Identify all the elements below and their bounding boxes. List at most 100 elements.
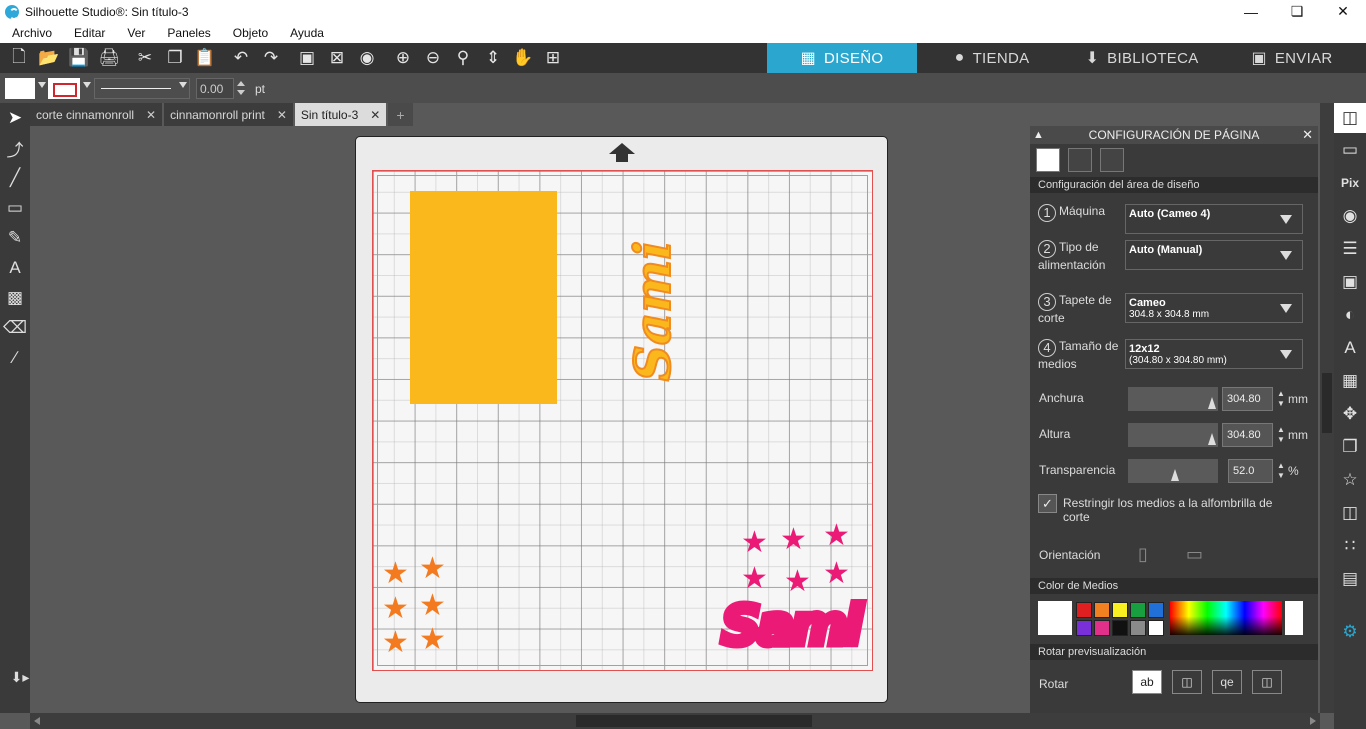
horizontal-scrollbar[interactable] xyxy=(30,713,1320,729)
new-file-icon[interactable]: 🗋 xyxy=(4,46,34,70)
line-color-dropdown-icon[interactable] xyxy=(83,82,91,88)
image-effects-icon[interactable]: ▣ xyxy=(1334,265,1366,298)
line-width-down-icon[interactable] xyxy=(237,90,245,95)
menu-archivo[interactable]: Archivo xyxy=(0,26,63,40)
replicate-icon[interactable]: ❐ xyxy=(1334,430,1366,463)
tab-diseno[interactable]: ▦ DISEÑO xyxy=(767,43,917,73)
design-workspace[interactable]: Sami ★ ★ ★ ★ ★ ★ ★ ★ ★ ★ ★ ★ Sami xyxy=(30,126,1030,713)
grid-settings-tab-icon[interactable] xyxy=(1068,148,1092,172)
swatch-white[interactable] xyxy=(1148,620,1164,636)
cutting-mat-select[interactable]: Cameo 304.8 x 304.8 mm xyxy=(1125,293,1303,323)
doc-tab-cinnamonroll-print[interactable]: cinnamonroll print ✕ xyxy=(164,103,293,126)
fill-tool-icon[interactable]: ▩ xyxy=(0,283,30,313)
page-setup-tab-icon[interactable] xyxy=(1036,148,1060,172)
yellow-rectangle[interactable] xyxy=(410,191,557,404)
cut-icon[interactable]: ✂ xyxy=(130,46,160,70)
copy-icon[interactable]: ❐ xyxy=(160,46,190,70)
close-tab-icon[interactable]: ✕ xyxy=(146,108,156,122)
transform-icon[interactable]: ✥ xyxy=(1334,397,1366,430)
pink-star[interactable]: ★ xyxy=(741,564,768,594)
tab-biblioteca[interactable]: ⬇ BIBLIOTECA xyxy=(1067,43,1217,73)
doc-tab-corte-cinnamonroll[interactable]: corte cinnamonroll ✕ xyxy=(30,103,163,126)
orange-star[interactable]: ★ xyxy=(382,628,409,658)
close-tab-icon[interactable]: ✕ xyxy=(277,108,287,122)
fill-dropdown-icon[interactable] xyxy=(38,82,46,88)
open-folder-icon[interactable]: 📂 xyxy=(34,46,64,70)
width-spinner-icon[interactable]: ▲ ▼ xyxy=(1277,389,1285,409)
vertical-scroll-thumb[interactable] xyxy=(1322,373,1332,433)
trace-icon[interactable]: ◫ xyxy=(1334,496,1366,529)
pan-hand-icon[interactable]: ✋ xyxy=(508,46,538,70)
machine-select[interactable]: Auto (Cameo 4) xyxy=(1125,204,1303,234)
close-window-button[interactable]: ✕ xyxy=(1320,0,1366,23)
width-slider[interactable] xyxy=(1128,387,1218,411)
close-tab-icon[interactable]: ✕ xyxy=(370,108,380,122)
menu-editar[interactable]: Editar xyxy=(63,26,116,40)
zoom-in-icon[interactable]: ⊕ xyxy=(388,46,418,70)
minimize-button[interactable]: — xyxy=(1228,0,1274,23)
orange-star[interactable]: ★ xyxy=(382,594,409,624)
line-width-up-icon[interactable] xyxy=(237,81,245,86)
page-setup-icon[interactable]: ◫ xyxy=(1334,103,1366,133)
orange-star[interactable]: ★ xyxy=(382,559,409,589)
landscape-icon[interactable]: ▭ xyxy=(1186,544,1203,565)
line-color-swatch[interactable] xyxy=(48,78,80,99)
sketch-icon[interactable]: ▤ xyxy=(1334,562,1366,595)
fill-color-icon[interactable]: ◉ xyxy=(1334,199,1366,232)
paste-icon[interactable]: 📋 xyxy=(190,46,220,70)
width-input[interactable]: 304.80 xyxy=(1222,387,1273,411)
swatch-orange[interactable] xyxy=(1094,602,1110,618)
zoom-select-icon[interactable]: ⚲ xyxy=(448,46,478,70)
fit-window-icon[interactable]: ⊞ xyxy=(538,46,568,70)
transparency-input[interactable]: 52.0 xyxy=(1228,459,1273,483)
offset-icon[interactable]: ∷ xyxy=(1334,529,1366,562)
orange-star[interactable]: ★ xyxy=(419,554,446,584)
height-spinner-icon[interactable]: ▲ ▼ xyxy=(1277,425,1285,445)
orange-star[interactable]: ★ xyxy=(419,625,446,655)
fill-color-swatch[interactable] xyxy=(5,78,35,99)
align-icon[interactable]: ▦ xyxy=(1334,364,1366,397)
transparency-icon[interactable]: ◐ xyxy=(1334,298,1366,331)
height-slider[interactable] xyxy=(1128,423,1218,447)
undo-icon[interactable]: ↶ xyxy=(226,46,256,70)
height-input[interactable]: 304.80 xyxy=(1222,423,1273,447)
text-style-icon[interactable]: A xyxy=(1334,331,1366,364)
swatch-red[interactable] xyxy=(1076,602,1092,618)
line-style-icon[interactable]: ☰ xyxy=(1334,232,1366,265)
menu-ayuda[interactable]: Ayuda xyxy=(279,26,335,40)
line-style-dropdown-icon[interactable] xyxy=(179,82,187,88)
horizontal-scroll-thumb[interactable] xyxy=(576,715,812,727)
registration-marks-tab-icon[interactable] xyxy=(1100,148,1124,172)
rotate-90-button[interactable]: ◫ xyxy=(1172,670,1202,694)
point-edit-icon[interactable]: ⤴ xyxy=(0,133,30,163)
text-tool-icon[interactable]: A xyxy=(0,253,30,283)
doc-tab-sin-titulo-3[interactable]: Sin título-3 ✕ xyxy=(294,103,387,126)
pink-star[interactable]: ★ xyxy=(823,521,850,551)
rotate-270-button[interactable]: ◫ xyxy=(1252,670,1282,694)
menu-paneles[interactable]: Paneles xyxy=(156,26,221,40)
pink-star[interactable]: ★ xyxy=(741,528,768,558)
transparency-slider[interactable] xyxy=(1128,459,1218,483)
swatch-green[interactable] xyxy=(1130,602,1146,618)
swatch-black[interactable] xyxy=(1112,620,1128,636)
rotate-180-button[interactable]: qe xyxy=(1212,670,1242,694)
close-panel-icon[interactable]: ✕ xyxy=(1302,126,1313,144)
portrait-icon[interactable]: ▯ xyxy=(1138,544,1148,565)
rotate-0-button[interactable]: ab xyxy=(1132,670,1162,694)
vertical-scrollbar[interactable] xyxy=(1320,103,1334,713)
select-all-icon[interactable]: ◉ xyxy=(352,46,382,70)
pink-star[interactable]: ★ xyxy=(780,525,807,555)
current-media-color[interactable] xyxy=(1038,601,1072,635)
orange-star[interactable]: ★ xyxy=(419,591,446,621)
transparency-spinner-icon[interactable]: ▲ ▼ xyxy=(1277,461,1285,481)
save-icon[interactable]: 💾 xyxy=(64,46,94,70)
color-spectrum-picker[interactable] xyxy=(1170,601,1282,635)
group-icon[interactable]: ▣ xyxy=(292,46,322,70)
swatch-blue[interactable] xyxy=(1148,602,1164,618)
sami-vertical-text[interactable]: Sami xyxy=(622,211,683,411)
pencil-tool-icon[interactable]: ✎ xyxy=(0,223,30,253)
redo-icon[interactable]: ↷ xyxy=(256,46,286,70)
line-style-select[interactable] xyxy=(94,78,190,99)
scroll-left-icon[interactable] xyxy=(34,717,40,725)
menu-ver[interactable]: Ver xyxy=(116,26,156,40)
